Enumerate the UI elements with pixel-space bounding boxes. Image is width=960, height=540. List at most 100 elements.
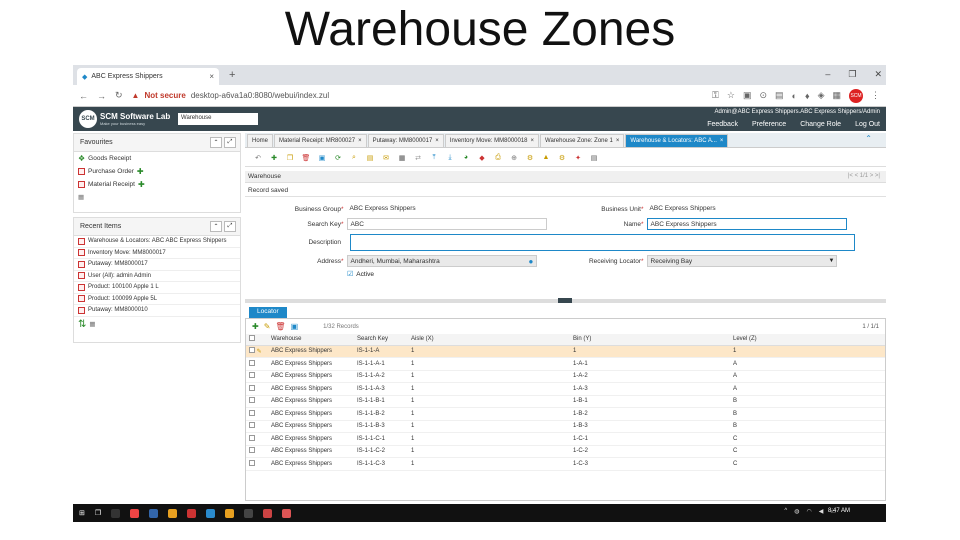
business-group-field[interactable]: ABC Express Shippers [346, 203, 547, 215]
close-icon[interactable]: × [720, 138, 724, 144]
refresh-icon[interactable]: ⇅ [78, 319, 86, 330]
table-cell[interactable]: 1 [408, 395, 570, 408]
table-row[interactable]: ABC Express Shippers IS-1-1-C-2 1 1-C-2 C [246, 445, 885, 458]
table-cell[interactable]: ABC Express Shippers [268, 395, 354, 408]
row-checkbox[interactable] [249, 422, 255, 429]
edit-row-icon[interactable]: ✎ [257, 349, 262, 355]
zoom-icon[interactable]: ⊕ [509, 153, 519, 163]
reload-icon[interactable]: ↻ [115, 90, 123, 101]
table-cell[interactable]: 1 [408, 382, 570, 396]
extension-icon[interactable]: ▤ [775, 90, 784, 101]
table-cell[interactable]: B [730, 395, 885, 408]
history-icon[interactable]: ⇄ [413, 153, 423, 163]
select-all-checkbox[interactable] [249, 335, 255, 342]
extension-icon[interactable]: ♦ [805, 91, 810, 101]
table-cell[interactable]: 1-C-3 [570, 457, 730, 471]
star-icon[interactable]: ☆ [727, 90, 735, 101]
global-search-input[interactable]: Warehouse [178, 113, 258, 125]
search-key-field[interactable]: ABC [346, 218, 547, 230]
app-icon[interactable] [187, 508, 197, 518]
row-checkbox[interactable] [249, 384, 255, 391]
table-cell[interactable]: C [730, 445, 885, 458]
app-icon[interactable] [111, 508, 121, 518]
feedback-link[interactable]: Feedback [707, 121, 738, 128]
app-icon[interactable] [225, 508, 235, 518]
active-checkbox[interactable]: ☑ [347, 270, 353, 278]
table-cell[interactable]: ABC Express Shippers [268, 345, 354, 358]
report-icon[interactable]: ◕ [461, 153, 471, 163]
row-checkbox[interactable] [249, 347, 255, 354]
table-cell[interactable]: 1-B-1 [570, 395, 730, 408]
favourite-settings-icon[interactable]: ▦ [74, 191, 240, 203]
first-record-icon[interactable]: ⤒ [429, 153, 439, 163]
app-icon[interactable] [244, 508, 254, 518]
table-cell[interactable]: C [730, 432, 885, 446]
column-header[interactable]: Bin (Y) [570, 334, 730, 346]
save-icon[interactable]: ▣ [317, 153, 327, 163]
table-cell[interactable]: A [730, 382, 885, 396]
recent-item[interactable]: User (All): admin Admin [74, 271, 240, 282]
attachment-icon[interactable]: ▤ [365, 153, 375, 163]
table-row[interactable]: ABC Express Shippers IS-1-1-A-3 1 1-A-3 A [246, 382, 885, 396]
app-icon[interactable] [149, 508, 159, 518]
app-logo[interactable]: SCM SCM Software Lab Make your business … [79, 110, 170, 128]
favourite-item[interactable]: ❖ Goods Receipt [74, 152, 240, 165]
table-cell[interactable]: 1-A-2 [570, 370, 730, 383]
row-select-cell[interactable] [246, 420, 268, 433]
column-header[interactable]: Warehouse [268, 334, 354, 346]
key-icon[interactable]: ⚿ [712, 90, 719, 101]
request-icon[interactable]: ▤ [589, 153, 599, 163]
chat-icon[interactable]: ✉ [381, 153, 391, 163]
table-cell[interactable]: 1-C-1 [570, 432, 730, 446]
maximize-icon[interactable]: ❐ [848, 69, 856, 80]
chevron-up-icon[interactable]: ^ [784, 508, 787, 515]
product-info-icon[interactable]: ▲ [541, 153, 551, 163]
process-icon[interactable]: ⚙ [557, 153, 567, 163]
table-cell[interactable]: A [730, 357, 885, 371]
close-icon[interactable]: × [435, 138, 439, 144]
table-cell[interactable]: A [730, 370, 885, 383]
network-icon[interactable]: ◍ [794, 508, 799, 515]
url-field[interactable]: ▲ Not secure desktop-a6va1a0:8080/webui/… [132, 91, 703, 100]
favourite-item[interactable]: Purchase Order ✚ [74, 165, 240, 178]
table-cell[interactable]: IS-1-1-C-1 [354, 432, 408, 446]
tab-material-receipt[interactable]: Material Receipt: MR800027 × [274, 134, 367, 147]
customize-icon[interactable]: ✦ [573, 153, 583, 163]
close-icon[interactable]: × [616, 138, 620, 144]
row-checkbox[interactable] [249, 372, 255, 379]
close-tab-icon[interactable]: × [209, 72, 214, 81]
app-icon[interactable] [282, 508, 292, 518]
table-cell[interactable]: C [730, 457, 885, 471]
recent-item[interactable]: Product: 100100 Apple 1 L [74, 282, 240, 294]
back-icon[interactable]: ← [79, 91, 88, 101]
table-cell[interactable]: IS-1-1-B-1 [354, 395, 408, 408]
delete-icon[interactable]: 🗑 [301, 153, 311, 163]
settings-icon[interactable]: ▦ [89, 320, 95, 328]
row-checkbox[interactable] [249, 459, 255, 466]
new-record-icon[interactable]: ✚ [137, 167, 144, 176]
change-role-link[interactable]: Change Role [800, 121, 841, 128]
row-select-cell[interactable]: ✎ [246, 345, 268, 358]
description-field[interactable] [350, 234, 855, 251]
table-cell[interactable]: 1 [408, 445, 570, 458]
chrome-icon[interactable] [130, 508, 140, 518]
table-cell[interactable]: 1-B-2 [570, 407, 730, 421]
preference-link[interactable]: Preference [752, 121, 786, 128]
table-cell[interactable]: ABC Express Shippers [268, 407, 354, 421]
table-cell[interactable]: 1-A-1 [570, 357, 730, 371]
expand-icon[interactable]: ⤢ [224, 137, 236, 148]
app-icon[interactable] [263, 508, 273, 518]
row-select-cell[interactable] [246, 432, 268, 446]
column-header[interactable]: Search Key [354, 334, 408, 346]
row-checkbox[interactable] [249, 397, 255, 404]
table-cell[interactable]: IS-1-1-C-3 [354, 457, 408, 471]
table-cell[interactable]: 1-B-3 [570, 420, 730, 433]
recent-item[interactable]: Product: 100099 Apple 5L [74, 294, 240, 305]
new-icon[interactable]: ✚ [252, 322, 259, 331]
find-icon[interactable]: ⌕ [349, 153, 359, 163]
table-cell[interactable]: 1 [408, 432, 570, 446]
table-cell[interactable]: ABC Express Shippers [268, 420, 354, 433]
row-checkbox[interactable] [249, 409, 255, 416]
table-row[interactable]: ABC Express Shippers IS-1-1-B-1 1 1-B-1 B [246, 395, 885, 408]
row-select-cell[interactable] [246, 370, 268, 383]
